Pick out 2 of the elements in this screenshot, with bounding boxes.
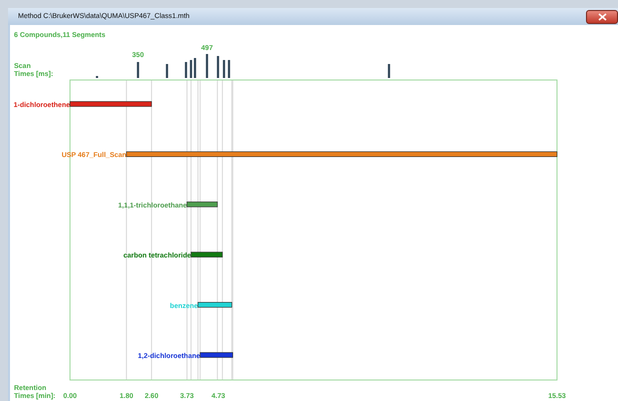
close-icon bbox=[598, 12, 606, 20]
close-button[interactable] bbox=[586, 10, 618, 24]
